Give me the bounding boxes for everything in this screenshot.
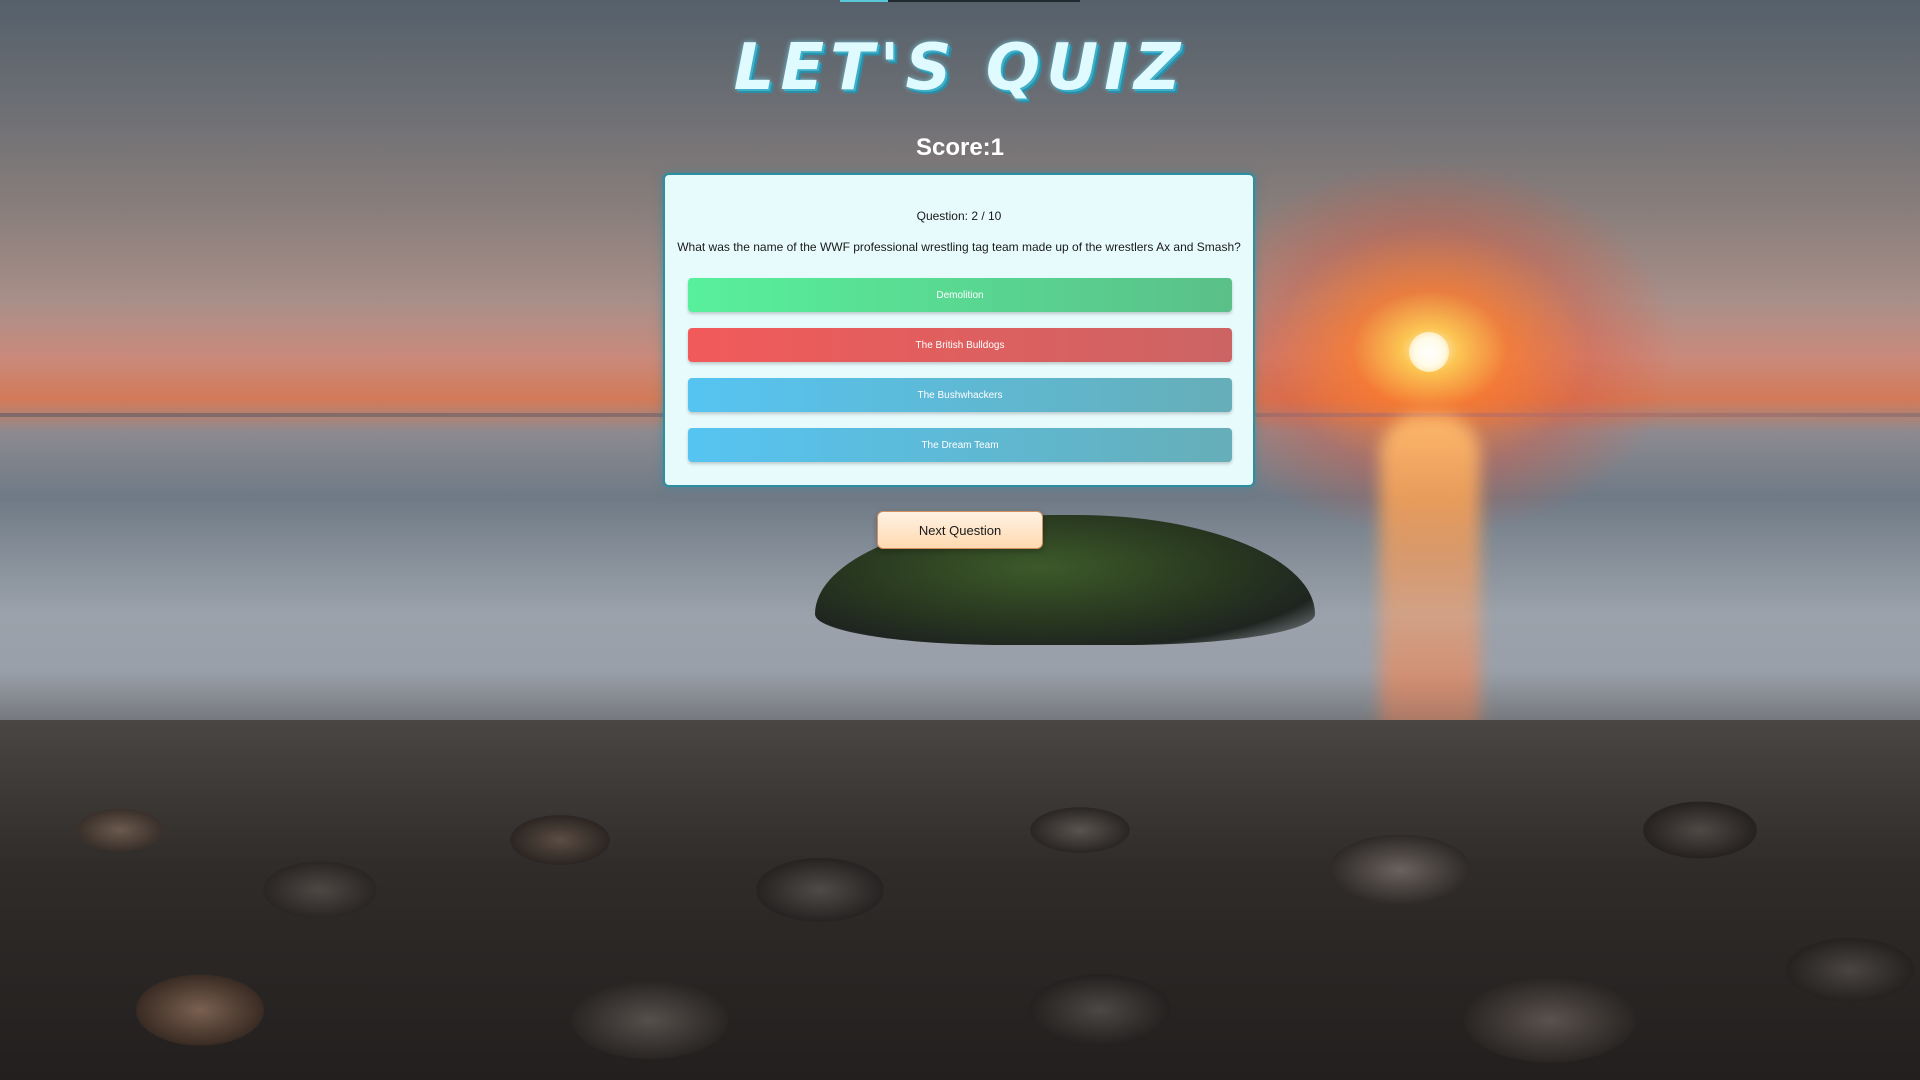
answer-button[interactable]: The British Bulldogs [688, 328, 1232, 362]
question-text: What was the name of the WWF professiona… [677, 240, 1241, 254]
question-counter: Question: 2 / 10 [916, 209, 1002, 223]
score-display: Score:1 [915, 134, 1005, 161]
answer-button[interactable]: Demolition [688, 278, 1232, 312]
progress-bar [840, 0, 1080, 2]
progress-bar-fill [840, 0, 888, 2]
pebble-beach [0, 720, 1920, 1080]
next-question-button[interactable]: Next Question [877, 511, 1043, 549]
app-title: LET'S QUIZ [733, 31, 1187, 105]
answer-button[interactable]: The Bushwhackers [688, 378, 1232, 412]
quiz-card: Question: 2 / 10 What was the name of th… [663, 173, 1255, 487]
sun [1409, 332, 1449, 372]
answer-button[interactable]: The Dream Team [688, 428, 1232, 462]
